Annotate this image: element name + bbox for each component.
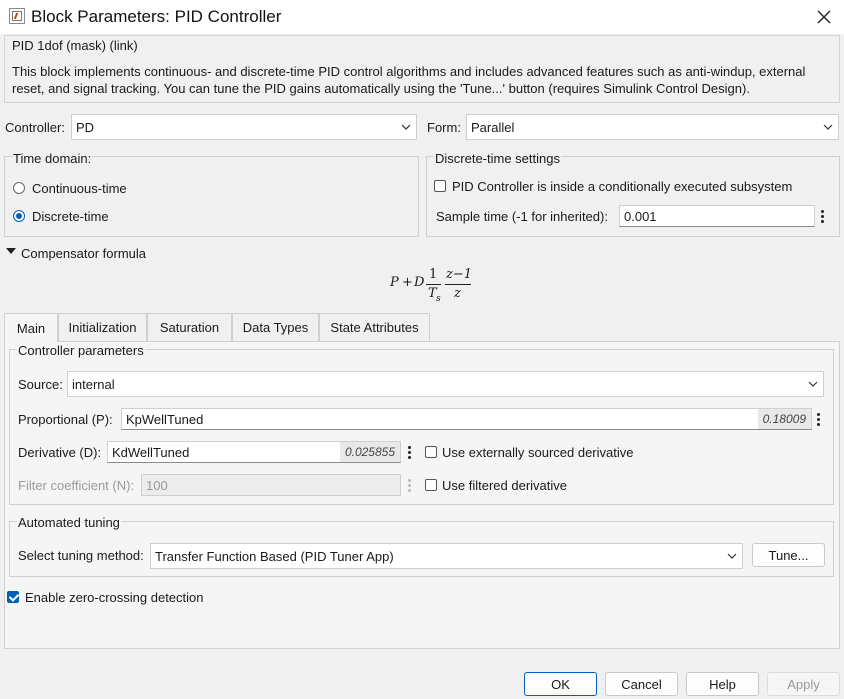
tuning-method-label: Select tuning method: xyxy=(18,548,144,563)
collapse-triangle-icon[interactable] xyxy=(6,248,16,254)
sample-time-label: Sample time (-1 for inherited): xyxy=(436,209,608,224)
subsystem-checkbox[interactable] xyxy=(434,180,446,192)
time-domain-group xyxy=(4,156,419,237)
window-title: Block Parameters: PID Controller xyxy=(31,7,282,26)
subsystem-label: PID Controller is inside a conditionally… xyxy=(452,179,793,194)
formula-den1-sub: s xyxy=(436,294,441,304)
tab-data-types[interactable]: Data Types xyxy=(232,313,319,341)
formula-d: D xyxy=(414,275,425,290)
time-domain-title: Time domain: xyxy=(12,151,93,166)
tab-saturation[interactable]: Saturation xyxy=(147,313,232,341)
discrete-settings-title: Discrete-time settings xyxy=(434,151,561,166)
use-external-derivative-checkbox[interactable] xyxy=(425,446,437,458)
controller-parameters-title: Controller parameters xyxy=(17,343,145,358)
form-label: Form: xyxy=(427,120,461,135)
automated-tuning-title: Automated tuning xyxy=(17,515,121,530)
controller-value: PD xyxy=(76,119,95,135)
tab-main[interactable]: Main xyxy=(4,313,58,342)
tuning-method-dropdown[interactable]: Transfer Function Based (PID Tuner App) xyxy=(150,543,743,569)
compensator-formula: P + D 1 T s z−1 z xyxy=(388,266,478,306)
chevron-down-icon xyxy=(803,372,823,396)
use-filtered-derivative-label: Use filtered derivative xyxy=(442,478,567,493)
tab-state-attributes[interactable]: State Attributes xyxy=(319,313,430,341)
close-icon xyxy=(817,10,831,24)
source-value: internal xyxy=(72,376,115,392)
fraction-bar xyxy=(445,284,471,285)
derivative-evaluated-value: 0.025855 xyxy=(339,442,400,462)
tab-initialization[interactable]: Initialization xyxy=(58,313,147,341)
discrete-time-label[interactable]: Discrete-time xyxy=(32,209,109,224)
formula-num2: z−1 xyxy=(446,267,473,282)
sample-time-value: 0.001 xyxy=(624,208,657,224)
form-value: Parallel xyxy=(471,119,515,135)
filter-coefficient-input[interactable]: 100 xyxy=(141,474,401,496)
mask-title: PID 1dof (mask) (link) xyxy=(12,38,138,53)
derivative-input[interactable]: KdWellTuned 0.025855 xyxy=(107,441,401,463)
formula-p: P xyxy=(390,275,399,290)
formula-plus: + xyxy=(402,275,413,290)
more-options-icon[interactable] xyxy=(818,207,826,225)
proportional-input[interactable]: KpWellTuned 0.18009 xyxy=(121,408,812,430)
filter-coefficient-value: 100 xyxy=(146,477,168,493)
fraction-bar xyxy=(426,284,441,285)
compensator-formula-toggle[interactable]: Compensator formula xyxy=(21,246,146,261)
tune-button[interactable]: Tune... xyxy=(752,543,825,567)
use-external-derivative-label: Use externally sourced derivative xyxy=(442,445,634,460)
chevron-down-icon xyxy=(722,544,742,568)
simulink-block-icon xyxy=(9,8,25,24)
close-button[interactable] xyxy=(812,5,836,29)
use-filtered-derivative-checkbox[interactable] xyxy=(425,479,437,491)
chevron-down-icon xyxy=(818,115,838,139)
mask-description: This block implements continuous- and di… xyxy=(12,64,806,96)
more-options-icon xyxy=(405,476,413,494)
apply-button[interactable]: Apply xyxy=(767,672,840,696)
filter-coefficient-label: Filter coefficient (N): xyxy=(18,478,135,493)
tuning-method-value: Transfer Function Based (PID Tuner App) xyxy=(155,548,394,564)
formula-den2: z xyxy=(454,286,461,301)
discrete-time-radio[interactable] xyxy=(13,210,25,222)
zero-crossing-checkbox[interactable] xyxy=(7,591,19,603)
more-options-icon[interactable] xyxy=(405,443,413,461)
controller-dropdown[interactable]: PD xyxy=(71,114,417,140)
cancel-button[interactable]: Cancel xyxy=(605,672,678,696)
proportional-label: Proportional (P): xyxy=(18,412,113,427)
continuous-time-radio[interactable] xyxy=(13,182,25,194)
zero-crossing-label: Enable zero-crossing detection xyxy=(25,590,204,605)
source-dropdown[interactable]: internal xyxy=(67,371,824,397)
sample-time-input[interactable]: 0.001 xyxy=(619,205,815,227)
form-dropdown[interactable]: Parallel xyxy=(466,114,839,140)
more-options-icon[interactable] xyxy=(814,410,822,428)
formula-num1: 1 xyxy=(429,267,438,282)
derivative-label: Derivative (D): xyxy=(18,445,102,460)
proportional-evaluated-value: 0.18009 xyxy=(757,409,811,429)
controller-label: Controller: xyxy=(5,120,65,135)
ok-button[interactable]: OK xyxy=(524,672,597,696)
continuous-time-label[interactable]: Continuous-time xyxy=(32,181,127,196)
derivative-value: KdWellTuned xyxy=(112,444,190,460)
chevron-down-icon xyxy=(396,115,416,139)
proportional-value: KpWellTuned xyxy=(126,411,204,427)
help-button[interactable]: Help xyxy=(686,672,759,696)
source-label: Source: xyxy=(18,377,63,392)
